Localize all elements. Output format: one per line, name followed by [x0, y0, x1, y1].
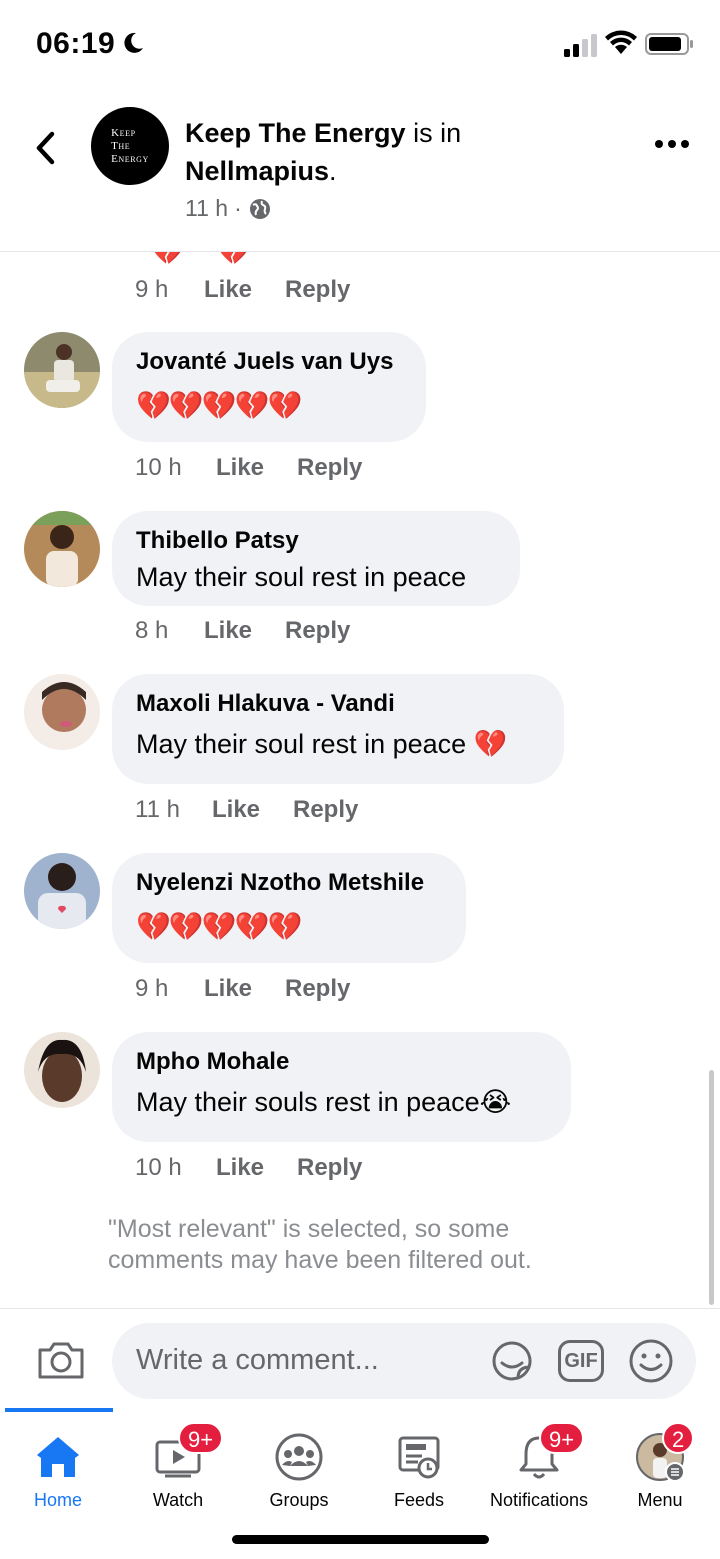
feeds-icon [398, 1436, 440, 1479]
tab-home[interactable]: Home [0, 1410, 118, 1520]
tab-label: Groups [269, 1490, 329, 1510]
page-avatar[interactable]: Keep The Energy [91, 107, 169, 185]
comment-bubble[interactable]: Nyelenzi Nzotho Metshile 💔💔💔💔💔 [112, 853, 466, 963]
comments-list: 💔 💔 9 h Like Reply Jovanté Juels van Uys… [0, 252, 720, 1308]
battery-icon [645, 33, 693, 55]
home-indicator [232, 1535, 489, 1544]
cellular-signal-icon [564, 34, 597, 57]
commenter-name[interactable]: Maxoli Hlakuva - Vandi [136, 688, 540, 720]
status-bar: 06:19 [0, 0, 720, 90]
home-icon [37, 1437, 79, 1477]
comment-time[interactable]: 11 h [135, 796, 212, 824]
post-time[interactable]: 11 h [185, 195, 228, 222]
watch-badge: 9+ [178, 1422, 224, 1454]
comment-text: 💔💔💔💔💔 [136, 390, 302, 421]
wifi-icon [605, 30, 637, 54]
comment-input-placeholder: Write a comment... [136, 1344, 379, 1376]
post-header: Keep The Energy Keep The Energy is in Ne… [0, 90, 720, 252]
reply-button[interactable]: Reply [285, 276, 350, 304]
comment-text: May their soul rest in peace [136, 562, 467, 592]
tab-menu[interactable]: 2 Menu [600, 1410, 720, 1520]
comment-bubble[interactable]: Mpho Mohale May their souls rest in peac… [112, 1032, 571, 1142]
tab-label: Notifications [489, 1490, 589, 1510]
tab-label: Home [33, 1490, 82, 1510]
moon-icon [124, 32, 143, 53]
comment-actions: 11 h Like Reply [135, 796, 358, 824]
reply-button[interactable]: Reply [285, 975, 350, 1003]
comment-time[interactable]: 8 h [135, 617, 204, 645]
post-title: Keep The Energy is in Nellmapius. [185, 118, 462, 186]
globe-icon [249, 198, 270, 219]
partial-emoji: 💔 [150, 252, 185, 267]
comment-bubble[interactable]: Maxoli Hlakuva - Vandi May their soul re… [112, 674, 564, 784]
commenter-name[interactable]: Nyelenzi Nzotho Metshile [136, 867, 442, 899]
post-meta: 11 h · [185, 195, 272, 222]
partial-emoji: 💔 [216, 252, 251, 267]
status-time: 06:19 [36, 27, 116, 60]
page-name-link[interactable]: Keep The Energy [185, 118, 406, 148]
meta-separator: · [234, 195, 242, 221]
like-button[interactable]: Like [212, 796, 293, 824]
more-options-icon[interactable] [654, 138, 690, 150]
commenter-name[interactable]: Jovanté Juels van Uys [136, 346, 402, 378]
commenter-name[interactable]: Mpho Mohale [136, 1046, 547, 1078]
like-button[interactable]: Like [216, 1154, 297, 1182]
comment-time[interactable]: 9 h [135, 975, 204, 1003]
sticker-icon[interactable] [488, 1337, 536, 1385]
gif-button[interactable]: GIF [558, 1340, 604, 1382]
reply-button[interactable]: Reply [293, 796, 358, 824]
comment-text: May their souls rest in peace😭 [136, 1087, 512, 1117]
commenter-name[interactable]: Thibello Patsy [136, 525, 496, 557]
camera-icon[interactable] [36, 1339, 86, 1381]
avatar[interactable] [24, 511, 100, 587]
comment-actions: 9 h Like Reply [135, 975, 350, 1003]
comment-text: 💔💔💔💔💔 [136, 911, 302, 942]
comment-actions: 8 h Like Reply [135, 617, 350, 645]
comment-actions: 9 h Like Reply [135, 276, 350, 304]
avatar[interactable] [24, 674, 100, 750]
comment-time[interactable]: 9 h [135, 276, 204, 304]
bottom-navigation: Home 9+ Watch Groups Feeds 9+ Notificati… [0, 1408, 720, 1559]
page-logo: Keep The Energy [111, 126, 149, 165]
notifications-badge: 9+ [539, 1422, 585, 1454]
menu-badge: 2 [662, 1422, 695, 1454]
location-link[interactable]: Nellmapius [185, 156, 329, 186]
tab-label: Watch [152, 1490, 204, 1510]
filter-note: "Most relevant" is selected, so some com… [108, 1215, 532, 1274]
comment-text: May their soul rest in peace 💔 [136, 729, 508, 759]
comment-time[interactable]: 10 h [135, 1154, 216, 1182]
avatar[interactable] [24, 853, 100, 929]
tab-label: Feeds [393, 1490, 445, 1510]
like-button[interactable]: Like [216, 454, 297, 482]
like-button[interactable]: Like [204, 276, 285, 304]
like-button[interactable]: Like [204, 975, 285, 1003]
tab-feeds[interactable]: Feeds [359, 1410, 479, 1520]
groups-icon [275, 1433, 323, 1481]
avatar[interactable] [24, 1032, 100, 1108]
tab-label: Menu [637, 1490, 683, 1510]
like-button[interactable]: Like [204, 617, 285, 645]
tab-watch[interactable]: 9+ Watch [118, 1410, 238, 1520]
comment-bubble[interactable]: Thibello Patsy May their soul rest in pe… [112, 511, 520, 606]
tab-groups[interactable]: Groups [239, 1410, 359, 1520]
comment-actions: 10 h Like Reply [135, 1154, 362, 1182]
comment-bubble[interactable]: Jovanté Juels van Uys 💔💔💔💔💔 [112, 332, 426, 442]
comment-composer: Write a comment... GIF [0, 1308, 720, 1410]
scrollbar[interactable] [709, 1070, 714, 1305]
comment-input[interactable]: Write a comment... GIF [112, 1323, 696, 1399]
comment-time[interactable]: 10 h [135, 454, 216, 482]
avatar[interactable] [24, 332, 100, 408]
reply-button[interactable]: Reply [297, 454, 362, 482]
tab-notifications[interactable]: 9+ Notifications [479, 1410, 599, 1520]
reply-button[interactable]: Reply [285, 617, 350, 645]
reply-button[interactable]: Reply [297, 1154, 362, 1182]
comment-actions: 10 h Like Reply [135, 454, 362, 482]
emoji-icon[interactable] [628, 1338, 674, 1384]
title-is-in: is in [405, 118, 462, 148]
back-arrow-icon[interactable] [30, 128, 62, 168]
